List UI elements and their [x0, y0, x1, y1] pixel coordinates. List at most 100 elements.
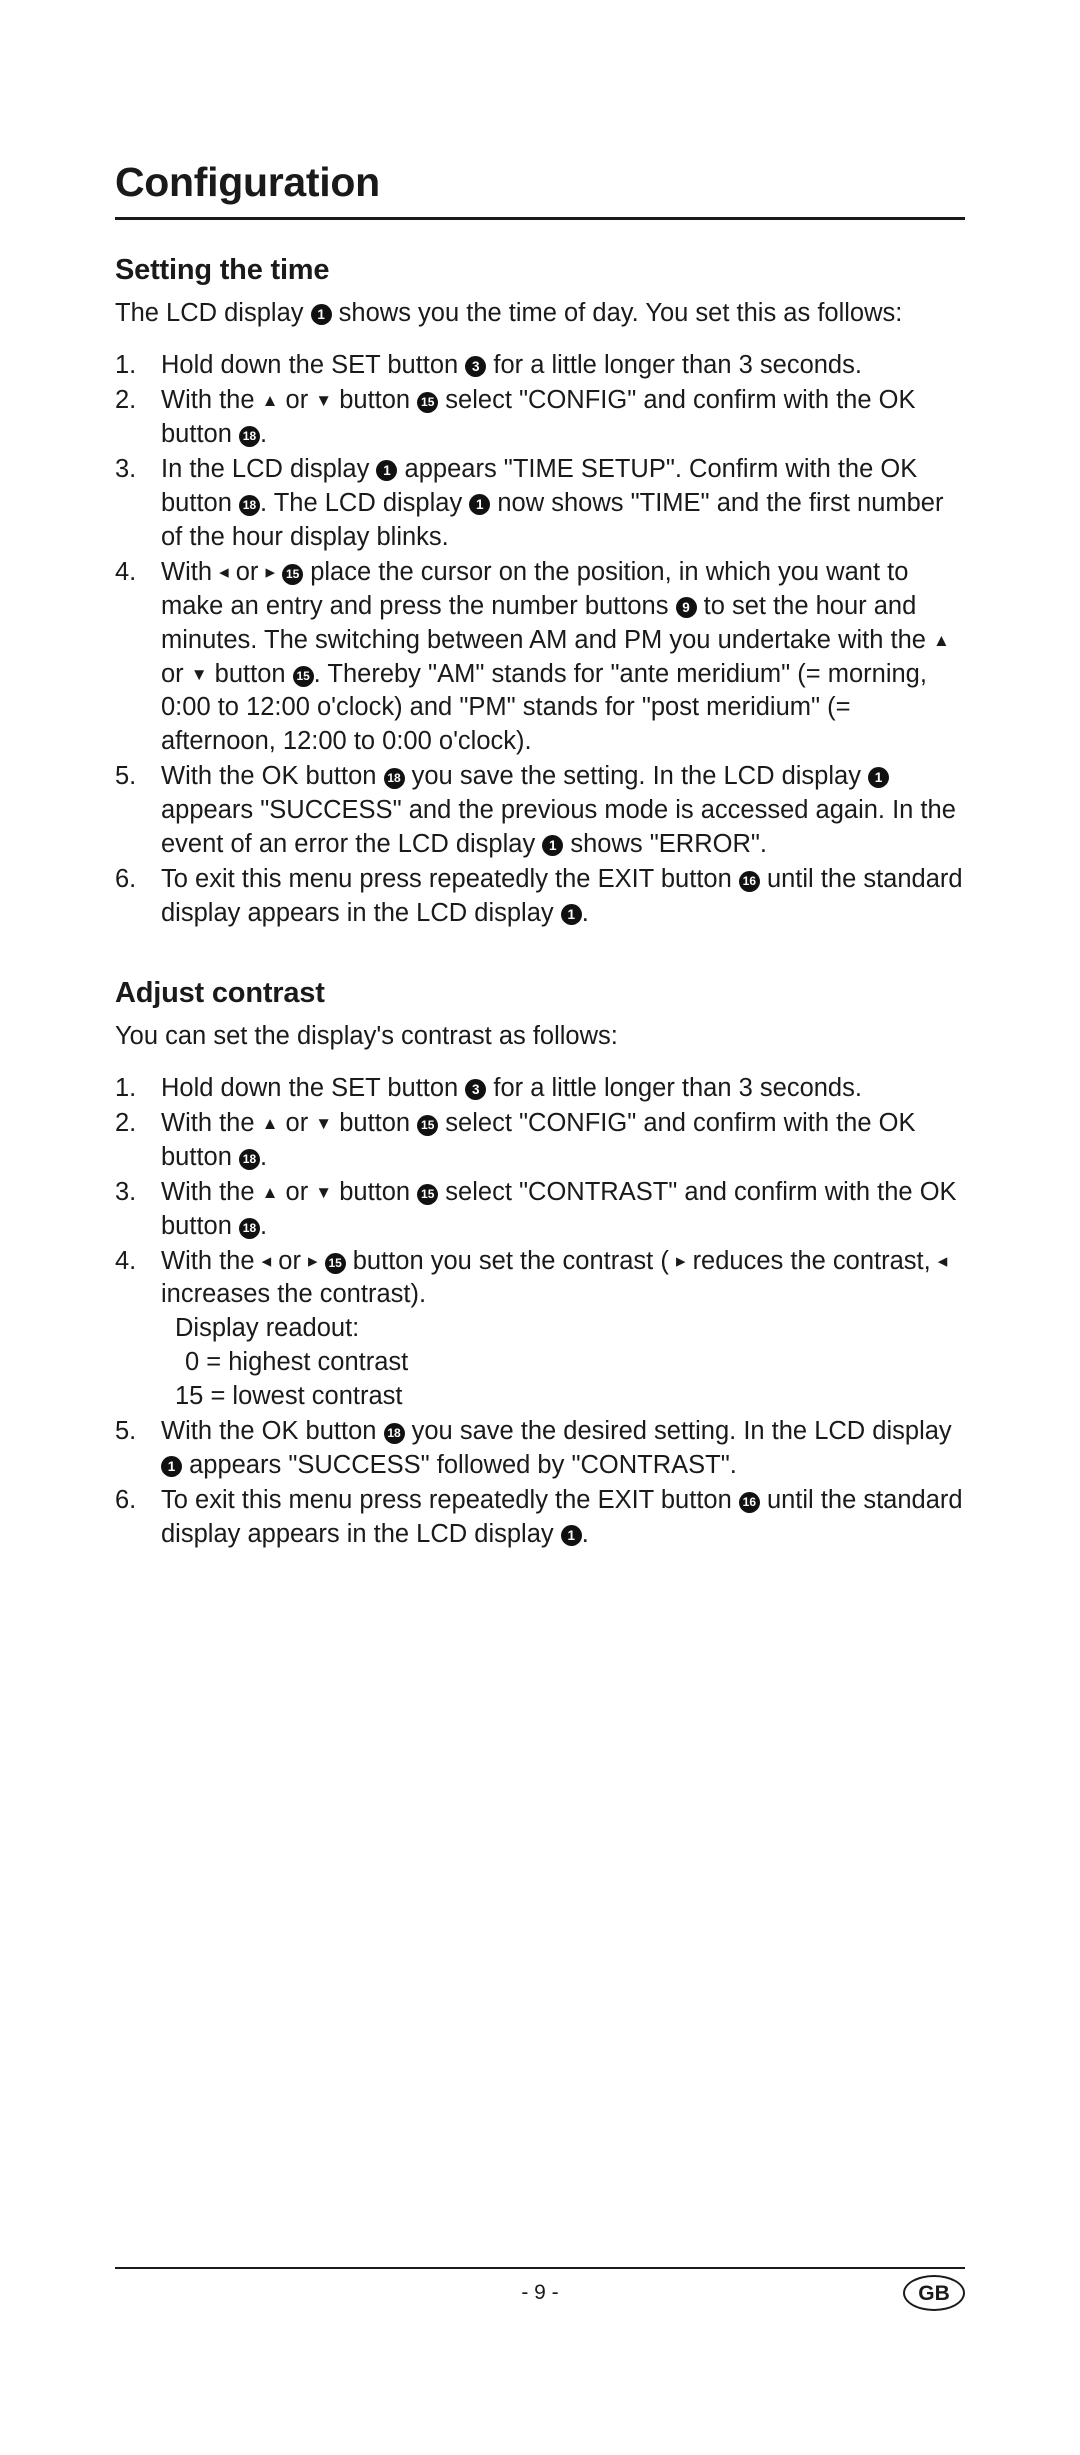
step-text-part-e: . [259, 420, 268, 449]
arrow-left-icon: ◂ [261, 1250, 272, 1272]
callout-badge-18: 18 [383, 768, 405, 790]
step-text-part-c: button [332, 1177, 418, 1206]
step-text-part-d: shows "ERROR". [563, 830, 768, 859]
list-item: 6. To exit this menu press repeatedly the… [115, 863, 965, 931]
callout-badge-16: 16 [738, 1491, 760, 1513]
step-text-part-c: button [332, 386, 418, 415]
manual-page: Configuration Setting the time The LCD d… [0, 0, 1080, 2455]
step-number: 5. [115, 1417, 137, 1446]
arrow-down-icon: ▼ [190, 664, 208, 684]
callout-badge-3: 3 [465, 1079, 487, 1100]
steps-list-setting-the-time: 1. Hold down the SET button 3 for a littl… [115, 349, 965, 930]
arrow-up-icon: ▲ [261, 1113, 279, 1133]
step-text-part-a: With the OK button [161, 1417, 384, 1446]
arrow-down-icon: ▼ [315, 391, 333, 411]
step-number: 6. [115, 864, 137, 893]
step-text-part-a: Hold down the SET button [161, 351, 466, 380]
list-item: 2. With the ▲ or ▼ button 15 select "CONF… [115, 384, 965, 452]
arrow-right-icon: ▸ [308, 1250, 318, 1272]
arrow-down-icon: ▼ [315, 1182, 333, 1202]
arrow-up-icon: ▲ [261, 391, 279, 411]
callout-badge-1: 1 [376, 460, 398, 482]
callout-badge-18: 18 [238, 426, 260, 448]
section-intro-adjust-contrast: You can set the display's contrast as fo… [115, 1022, 618, 1051]
list-item: 5. With the OK button 18 you save the des… [115, 1415, 965, 1483]
page-title: Configuration [115, 159, 380, 205]
step-number: 2. [115, 386, 137, 415]
step-text-part-a: With the OK button [161, 762, 384, 791]
list-item: 1. Hold down the SET button 3 for a littl… [115, 349, 965, 383]
step-text-part-b: for a little longer than 3 seconds. [486, 351, 862, 380]
step-text-part-c: button you set the contrast ( [345, 1246, 676, 1275]
intro-text-part-a: The LCD display [115, 299, 311, 328]
callout-badge-18: 18 [238, 494, 260, 516]
callout-badge-1: 1 [542, 835, 564, 857]
step-text-part-b: you save the desired setting. In the LCD… [404, 1417, 952, 1446]
callout-badge-1: 1 [560, 903, 582, 925]
step-text-part-c: button [332, 1108, 418, 1137]
step-text-part-f: button [207, 659, 293, 688]
step-number: 4. [115, 557, 137, 586]
callout-badge-16: 16 [738, 870, 760, 892]
step-text-part-a: In the LCD display [161, 455, 377, 484]
page-number: - 9 - [521, 2281, 559, 2304]
step-text-part-c: . [581, 898, 589, 927]
section-heading-setting-the-time: Setting the time [115, 254, 330, 287]
step-text-part-b: you save the setting. In the LCD display [404, 762, 869, 791]
step-number: 1. [115, 351, 137, 380]
arrow-left-icon: ◂ [937, 1250, 948, 1272]
step-text-part-b: or [278, 1177, 316, 1206]
step-text-part-a: Hold down the SET button [161, 1074, 466, 1102]
step-text-part-b: or [278, 386, 316, 415]
step-text-part-a: To exit this menu press repeatedly the E… [161, 1485, 739, 1514]
step-text-part-e: increases the contrast). [161, 1280, 427, 1309]
arrow-left-icon: ◂ [219, 561, 229, 583]
step-text-part-a: With the [161, 1177, 262, 1206]
step-text-part-b: or [271, 1246, 309, 1275]
step-number: 1. [115, 1074, 137, 1102]
step-number: 2. [115, 1108, 137, 1137]
callout-badge-1: 1 [310, 304, 332, 326]
list-item: 1. Hold down the SET button 3 for a littl… [115, 1072, 965, 1106]
callout-badge-15: 15 [292, 665, 314, 687]
section-heading-adjust-contrast: Adjust contrast [115, 976, 325, 1009]
callout-badge-18: 18 [238, 1217, 260, 1239]
intro-text-part-b: shows you the time of day. You set this … [331, 299, 903, 328]
callout-badge-15: 15 [324, 1252, 346, 1274]
step-text-part-a: To exit this menu press repeatedly the E… [161, 864, 739, 893]
step-number: 6. [115, 1485, 137, 1514]
callout-badge-18: 18 [383, 1423, 405, 1445]
arrow-down-icon: ▼ [315, 1113, 333, 1133]
list-item: 3. With the ▲ or ▼ button 15 select "CONT… [115, 1176, 965, 1244]
callout-badge-15: 15 [282, 563, 304, 585]
step-number: 5. [115, 762, 137, 791]
callout-badge-3: 3 [465, 356, 487, 378]
callout-badge-18: 18 [238, 1148, 260, 1170]
list-item: 3. In the LCD display 1 appears "TIME SET… [115, 453, 965, 555]
step-text-part-d: reduces the contrast, [685, 1246, 938, 1275]
display-readout-value-0: 0 = highest contrast [185, 1348, 409, 1377]
callout-badge-1: 1 [161, 1455, 182, 1477]
callout-badge-15: 15 [417, 1114, 439, 1136]
step-text-part-c: appears "SUCCESS" followed by "CONTRAST"… [182, 1450, 737, 1479]
step-text-part-a: With the [161, 1246, 262, 1275]
page-footer: - 9 - GB [115, 2267, 965, 2327]
display-readout-value-15: 15 = lowest contrast [175, 1382, 403, 1411]
footer-row: - 9 - GB [115, 2269, 965, 2317]
step-text-part-a: With the [161, 1108, 262, 1137]
step-text-part-e: . [259, 1142, 268, 1171]
callout-badge-15: 15 [417, 1183, 439, 1205]
step-text-part-c: . The LCD display [259, 488, 470, 517]
list-item: 4. With ◂ or ▸ 15 place the cursor on the… [115, 556, 965, 759]
step-text-part-e: . [259, 1211, 268, 1240]
callout-badge-9: 9 [675, 596, 697, 618]
list-item: 5. With the OK button 18 you save the set… [115, 760, 965, 862]
step-text-part-e: or [161, 659, 191, 688]
step-number: 4. [115, 1246, 137, 1275]
step-text-part-a: With the [161, 386, 262, 415]
callout-badge-1: 1 [868, 767, 890, 789]
arrow-up-icon: ▲ [261, 1182, 279, 1202]
arrow-right-icon: ▸ [265, 561, 276, 583]
page-content: Configuration Setting the time The LCD d… [115, 159, 965, 1553]
callout-badge-1: 1 [469, 493, 491, 515]
